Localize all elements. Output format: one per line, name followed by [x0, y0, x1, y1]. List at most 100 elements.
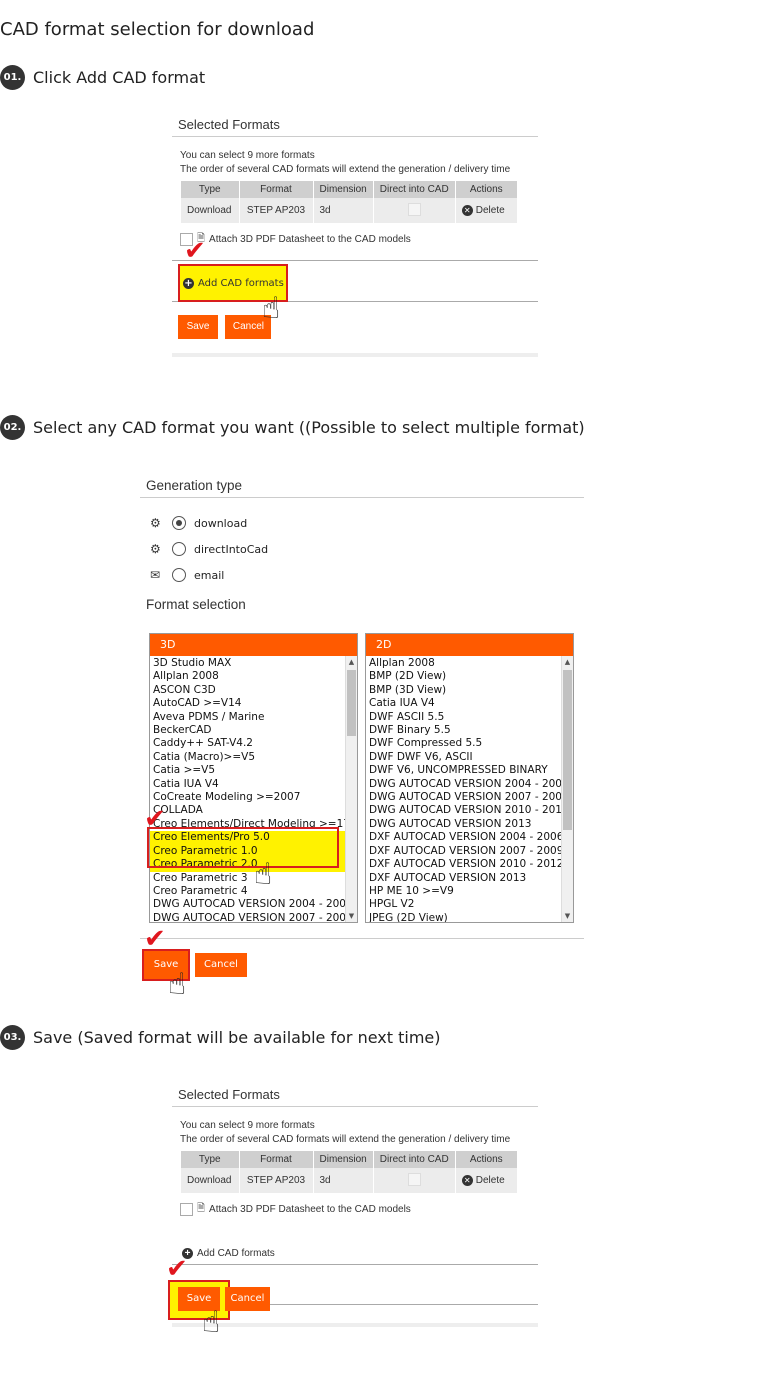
attach-checkbox[interactable] — [180, 1203, 193, 1216]
scrollbar-2d[interactable]: ▲ ▼ — [561, 656, 573, 922]
add-cad-formats-button[interactable]: + Add CAD formats — [183, 278, 284, 289]
step-1: 01. Click Add CAD format — [0, 65, 205, 90]
cancel-button[interactable]: Cancel — [225, 1287, 270, 1311]
list-item[interactable]: Caddy++ SAT-V4.2 — [150, 737, 357, 750]
hand-pointer-icon: ☝ — [202, 1305, 221, 1340]
cell-format: STEP AP203 — [239, 1168, 314, 1193]
list-item[interactable]: AutoCAD >=V14 — [150, 697, 357, 710]
delete-label: Delete — [475, 1175, 505, 1187]
table-row: Download STEP AP203 3d ✕ Delete — [181, 1168, 518, 1193]
list-item[interactable]: CoCreate Modeling >=2007 — [150, 791, 357, 804]
list-item[interactable]: BeckerCAD — [150, 724, 357, 737]
cell-type: Download — [181, 198, 240, 223]
list-item[interactable]: DWG AUTOCAD VERSION 2004 - 2006 — [366, 778, 573, 791]
add-cad-formats-button[interactable]: + Add CAD formats — [172, 1248, 538, 1259]
delete-label: Delete — [475, 205, 505, 217]
step-number: 03. — [0, 1025, 25, 1050]
selected-formats-panel-1: Selected Formats You can select 9 more f… — [172, 117, 538, 357]
radio-direct-into-cad[interactable]: ⚙ directIntoCad — [150, 542, 268, 556]
delete-icon: ✕ — [461, 204, 473, 216]
download-gear-icon: ⚙ — [150, 516, 161, 530]
col-actions: Actions — [455, 181, 518, 198]
step-number: 02. — [0, 415, 25, 440]
check-icon: ✔ — [144, 804, 166, 834]
list-item[interactable]: Catia IUA V4 — [366, 697, 573, 710]
list-item[interactable]: BMP (2D View) — [366, 670, 573, 683]
col-dimension: Dimension — [313, 181, 374, 198]
list-item[interactable]: Allplan 2008 — [150, 670, 357, 683]
list-item[interactable]: DWG AUTOCAD VERSION 2007 - 2009 — [150, 912, 357, 922]
list-item[interactable]: DWG AUTOCAD VERSION 2007 - 2009 — [366, 791, 573, 804]
col-actions: Actions — [455, 1151, 518, 1168]
attach-label: Attach 3D PDF Datasheet to the CAD model… — [209, 234, 411, 245]
list-item[interactable]: HP ME 10 >=V9 — [366, 885, 573, 898]
formats-table: Type Format Dimension Direct into CAD Ac… — [181, 1151, 518, 1193]
info-order: The order of several CAD formats will ex… — [180, 164, 511, 175]
panel-title: Selected Formats — [172, 1087, 538, 1107]
radio-download[interactable]: ⚙ download — [150, 516, 247, 530]
pdf-icon: 🗎 — [197, 1203, 206, 1214]
cell-dimension: 3d — [313, 198, 374, 223]
formats-table: Type Format Dimension Direct into CAD Ac… — [181, 181, 518, 223]
list-item[interactable]: 3D Studio MAX — [150, 657, 357, 670]
list-item[interactable]: COLLADA — [150, 804, 357, 817]
list-item[interactable]: DWG AUTOCAD VERSION 2010 - 2012 — [366, 804, 573, 817]
selection-highlight-border — [147, 827, 339, 868]
cell-direct — [373, 1168, 456, 1193]
format-title: Format selection — [146, 597, 246, 612]
delete-button[interactable]: ✕ Delete — [455, 198, 518, 223]
step-2: 02. Select any CAD format you want ((Pos… — [0, 415, 585, 440]
list-item[interactable]: BMP (3D View) — [366, 684, 573, 697]
radio-email[interactable]: ✉ email — [150, 568, 224, 582]
step-3: 03. Save (Saved format will be available… — [0, 1025, 441, 1050]
scroll-up-icon[interactable]: ▲ — [346, 656, 357, 668]
add-formats-label: Add CAD formats — [198, 278, 284, 289]
list-item[interactable]: DWG AUTOCAD VERSION 2004 - 2006 — [150, 898, 357, 911]
info-remaining: You can select 9 more formats — [180, 1120, 315, 1131]
list-item[interactable]: JPEG (2D View) — [366, 912, 573, 922]
radio-label: directIntoCad — [194, 542, 269, 556]
list-item[interactable]: DXF AUTOCAD VERSION 2013 — [366, 872, 573, 885]
scrollbar-3d[interactable]: ▲ ▼ — [345, 656, 357, 922]
list-item[interactable]: Aveva PDMS / Marine — [150, 711, 357, 724]
list-item[interactable]: DWG AUTOCAD VERSION 2013 — [366, 818, 573, 831]
list-item[interactable]: Catia IUA V4 — [150, 778, 357, 791]
list-item[interactable]: DXF AUTOCAD VERSION 2007 - 2009 — [366, 845, 573, 858]
scroll-up-icon[interactable]: ▲ — [562, 656, 573, 668]
list-item[interactable]: Allplan 2008 — [366, 657, 573, 670]
list-item[interactable]: DXF AUTOCAD VERSION 2010 - 2012 — [366, 858, 573, 871]
step-text: Select any CAD format you want ((Possibl… — [33, 418, 585, 437]
check-icon: ✔ — [166, 1254, 188, 1284]
format-selection-section: Format selection — [140, 597, 584, 612]
list-item[interactable]: DWF Binary 5.5 — [366, 724, 573, 737]
col-dimension: Dimension — [313, 1151, 374, 1168]
radio-button[interactable] — [172, 568, 186, 582]
list-item[interactable]: DWF DWF V6, ASCII — [366, 751, 573, 764]
scroll-down-icon[interactable]: ▼ — [346, 910, 357, 922]
col-type: Type — [181, 181, 240, 198]
list-item[interactable]: DWF ASCII 5.5 — [366, 711, 573, 724]
check-icon: ✔ — [144, 924, 166, 954]
col-format: Format — [239, 1151, 314, 1168]
list-2d[interactable]: 2D Allplan 2008 BMP (2D View) BMP (3D View… — [365, 633, 574, 923]
list-item[interactable]: HPGL V2 — [366, 898, 573, 911]
save-button[interactable]: Save — [178, 315, 218, 339]
radio-button[interactable] — [172, 542, 186, 556]
direct-checkbox — [407, 202, 421, 216]
radio-button[interactable] — [172, 516, 186, 530]
cell-dimension: 3d — [313, 1168, 374, 1193]
cell-type: Download — [181, 1168, 240, 1193]
list-item[interactable]: Catia >=V5 — [150, 764, 357, 777]
list-3d-header: 3D — [150, 634, 357, 656]
list-item[interactable]: ASCON C3D — [150, 684, 357, 697]
check-icon: ✔ — [184, 236, 206, 266]
scroll-down-icon[interactable]: ▼ — [562, 910, 573, 922]
list-item[interactable]: Catia (Macro)>=V5 — [150, 751, 357, 764]
step-number: 01. — [0, 65, 25, 90]
cancel-button[interactable]: Cancel — [195, 953, 247, 977]
add-formats-label: Add CAD formats — [197, 1248, 275, 1259]
delete-button[interactable]: ✕ Delete — [455, 1168, 518, 1193]
list-item[interactable]: DWF V6, UNCOMPRESSED BINARY — [366, 764, 573, 777]
list-item[interactable]: DXF AUTOCAD VERSION 2004 - 2006 — [366, 831, 573, 844]
list-item[interactable]: DWF Compressed 5.5 — [366, 737, 573, 750]
